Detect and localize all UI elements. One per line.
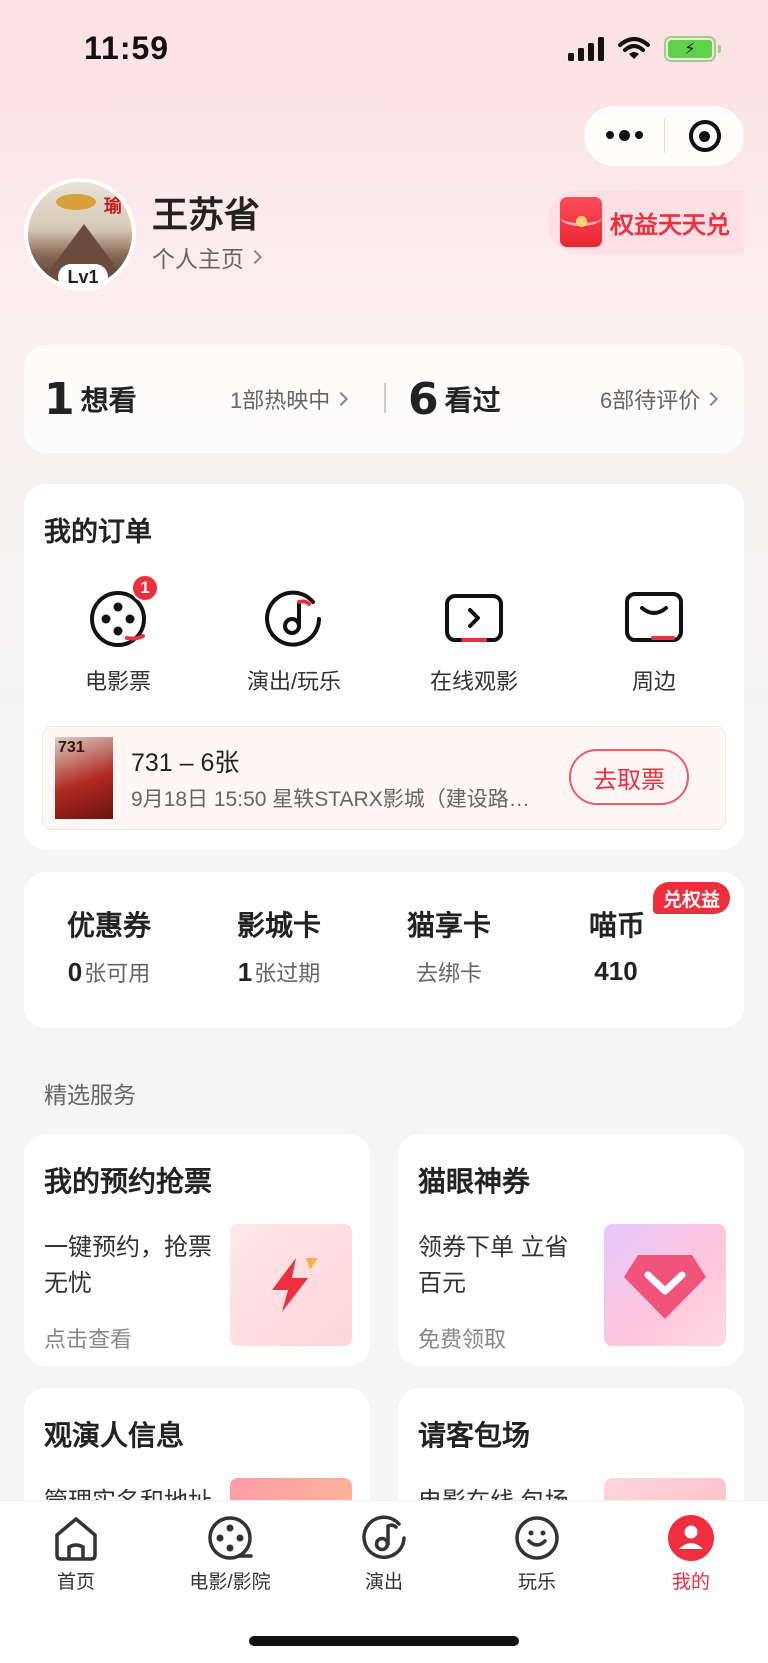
seen-label: 看过 [444,385,501,416]
poster-title: 731 [58,739,85,756]
home-indicator [249,1636,519,1646]
tab-home[interactable]: 首页 [11,1513,141,1594]
coupons-item[interactable]: 优惠券 0张可用 [24,904,194,988]
tab-movies-cinemas[interactable]: 电影/影院 [165,1513,295,1594]
asset-count: 0 [67,957,83,987]
homepage-link[interactable]: 个人主页 [152,240,263,274]
service-title: 请客包场 [418,1420,531,1451]
bag-icon [623,588,685,650]
film-reel-icon [208,1516,253,1560]
want-count: 1 [44,373,75,425]
order-shows[interactable]: 演出/玩乐 [224,588,364,696]
username: 王苏省 [152,194,261,235]
service-title: 我的预约抢票 [44,1166,213,1197]
order-label: 周边 [631,669,676,694]
tab-label: 我的 [671,1572,710,1593]
service-desc: 领券下单 立省百元 [418,1234,569,1297]
movie-showtime: 9月18日 15:50 星轶STARX影城（建设路店） [131,788,531,811]
profile-header: 瑜 Lv1 王苏省 个人主页 权益天天兑 [24,178,744,293]
order-label: 在线观影 [429,669,518,694]
maoxiang-card-item[interactable]: 猫享卡 去绑卡 [364,904,534,988]
tab-mine[interactable]: 我的 [626,1513,756,1594]
asset-title: 优惠券 [66,910,151,941]
play-icon [443,588,505,650]
lightning-icon [230,1224,352,1346]
gem-icon [604,1224,726,1346]
target-icon [688,120,721,152]
meow-coin-item[interactable]: 喵币 410 [532,904,702,987]
service-desc: 一键预约，抢票无忧 [44,1234,212,1297]
cellular-signal-icon [568,37,604,61]
close-miniprogram-button[interactable] [665,120,744,152]
exchange-rights-badge[interactable]: 兑权益 [652,882,730,914]
asset-unit: 张过期 [254,961,321,986]
services-section-title: 精选服务 [44,1082,136,1108]
asset-unit: 去绑卡 [415,961,482,986]
tab-label: 演出 [364,1572,403,1593]
order-label: 演出/玩乐 [246,669,342,694]
chevron-right-icon [247,249,263,265]
service-card-reservation[interactable]: 我的预约抢票 一键预约，抢票无忧 点击查看 [24,1134,370,1366]
homepage-label: 个人主页 [152,246,244,272]
now-showing-link[interactable]: 1部热映中 [230,383,349,415]
wish-seen-card: 1 想看 1部热映中 6 看过 6部待评价 [24,345,744,453]
asset-count: 410 [594,956,638,986]
home-icon [55,1517,97,1561]
music-note-icon [362,1515,406,1559]
pending-ticket-row[interactable]: 731 731 – 6张 9月18日 15:50 星轶STARX影城（建设路店）… [42,726,726,830]
want-to-see-link[interactable]: 1 想看 [44,345,137,453]
asset-title: 影城卡 [236,910,321,941]
tab-entertainment[interactable]: 玩乐 [472,1513,602,1594]
rights-exchange-button[interactable]: 权益天天兑 [548,190,744,254]
asset-count: 1 [237,957,253,987]
tab-label: 电影/影院 [189,1572,271,1593]
battery-icon: ⚡ [664,36,721,62]
orders-title: 我的订单 [44,517,152,547]
pick-up-ticket-button[interactable]: 去取票 [569,749,689,805]
asset-unit: 张可用 [84,961,151,986]
want-label: 想看 [80,385,137,416]
pending-review-label: 6部待评价 [600,388,701,413]
rights-button-label: 权益天天兑 [610,211,730,239]
movie-title: 731 – 6张 [131,749,240,777]
status-time: 11:59 [84,30,170,66]
order-merchandise[interactable]: 周边 [584,588,724,696]
tab-label: 玩乐 [517,1572,556,1593]
service-card-coupons[interactable]: 猫眼神券 领券下单 立省百元 免费领取 [398,1134,744,1366]
order-badge: 1 [131,574,159,602]
film-reel-icon: 1 [87,574,159,650]
pending-review-link[interactable]: 6部待评价 [600,383,719,415]
asset-title: 猫享卡 [406,910,491,941]
service-title: 观演人信息 [44,1420,185,1451]
chevron-right-icon [704,391,719,407]
wifi-icon [618,37,650,59]
tab-label: 首页 [56,1572,95,1593]
seen-count: 6 [408,373,439,425]
order-movie-tickets[interactable]: 1 电影票 [48,574,188,696]
smile-icon [515,1516,559,1560]
order-online-viewing[interactable]: 在线观影 [404,588,544,696]
service-title: 猫眼神券 [418,1166,531,1197]
level-badge: Lv1 [58,264,108,290]
status-icons: ⚡ [568,36,721,62]
service-link[interactable]: 点击查看 [44,1322,132,1354]
miniprogram-capsule [584,106,744,166]
red-envelope-icon [560,197,602,247]
my-orders-card: 我的订单 1 电影票 演出/玩乐 在线观影 周边 731 731 – 6张 9月… [24,484,744,850]
more-options-icon[interactable] [584,129,664,141]
movie-poster: 731 [55,737,113,819]
divider [384,383,386,413]
service-link[interactable]: 免费领取 [418,1322,506,1354]
cinema-card-item[interactable]: 影城卡 1张过期 [194,904,364,988]
chevron-right-icon [334,391,349,407]
user-icon [668,1515,714,1561]
tab-shows[interactable]: 演出 [319,1513,449,1594]
music-note-icon [263,588,325,650]
seen-link[interactable]: 6 看过 [408,345,501,453]
assets-card: 优惠券 0张可用 影城卡 1张过期 猫享卡 去绑卡 喵币 410 兑权益 [24,872,744,1028]
status-bar: 11:59 ⚡ [0,0,768,100]
now-showing-label: 1部热映中 [230,388,331,413]
order-label: 电影票 [84,669,151,694]
